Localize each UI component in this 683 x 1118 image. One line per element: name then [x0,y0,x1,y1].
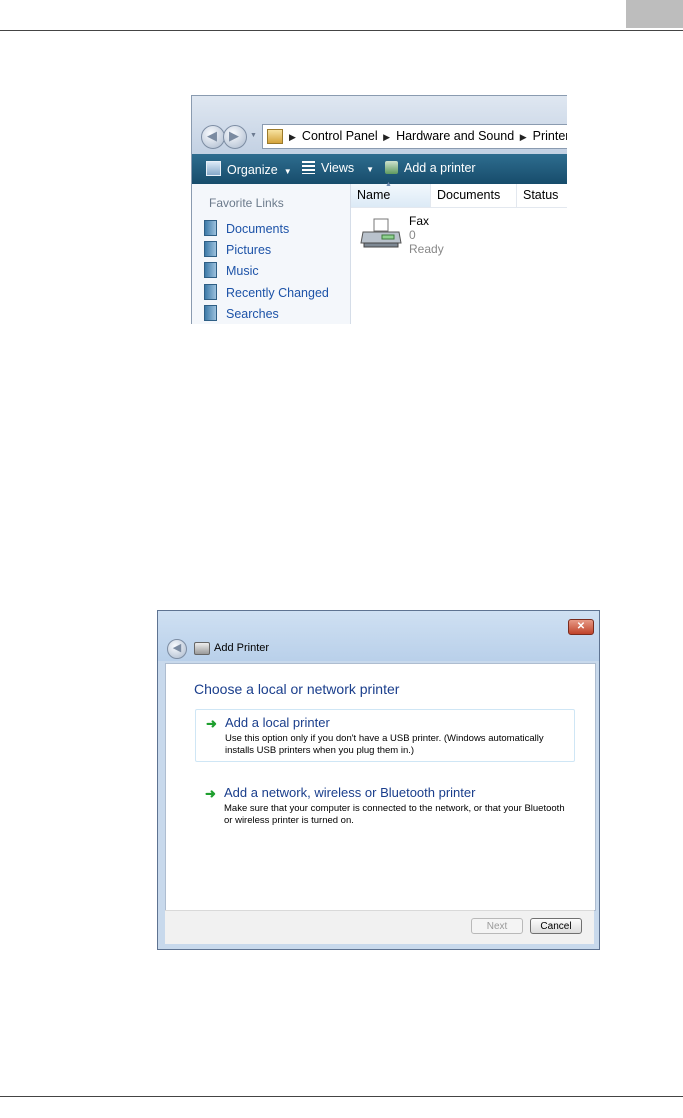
explorer-navigation-bar: ◀ ▶ ▼ ▶ Control Panel ▶ Hardware and Sound… [192,96,567,154]
add-printer-icon [385,161,398,174]
printer-status: Ready [409,242,444,256]
organize-button[interactable]: Organize ▼ [206,161,292,177]
add-printer-label: Add a printer [404,161,476,175]
dialog-title-bar: ✕ ◀ Add Printer [158,611,599,661]
sidebar-item-music[interactable]: Music [204,262,259,278]
fax-icon[interactable] [360,218,402,250]
sidebar-item-label: Pictures [226,243,272,257]
column-header-status[interactable]: Status [517,184,567,207]
views-button[interactable]: Views ▼ [302,161,374,175]
breadcrumb-separator-icon: ▶ [383,132,391,142]
favorite-links-title: Favorite Links [209,196,284,210]
sidebar-item-searches[interactable]: Searches [204,305,279,321]
add-printer-button[interactable]: Add a printer [385,161,476,175]
searches-icon [204,305,217,321]
breadcrumb: ▶ Control Panel ▶ Hardware and Sound ▶ Prin… [287,129,567,143]
breadcrumb-control-panel[interactable]: Control Panel [302,129,378,143]
add-network-printer-option[interactable]: ➜ Add a network, wireless or Bluetooth p… [195,780,575,833]
control-panel-icon [267,129,283,144]
green-arrow-icon: ➜ [205,786,216,801]
next-button[interactable]: Next [471,918,523,934]
green-arrow-icon: ➜ [206,716,217,731]
column-header-label: Name [357,188,391,202]
dialog-title: Add Printer [214,642,270,654]
printers-explorer-window: ◀ ▶ ▼ ▶ Control Panel ▶ Hardware and Sound… [191,95,567,324]
printer-name: Fax [409,214,430,228]
sidebar-item-documents[interactable]: Documents [204,220,289,236]
option-description: Make sure that your computer is connecte… [224,803,565,826]
music-icon [204,262,217,278]
cancel-button[interactable]: Cancel [530,918,582,934]
printer-icon [194,642,210,655]
sidebar-item-label: Recently Changed [226,286,329,300]
favorite-links-pane: Favorite Links Documents Pictures Music … [192,184,351,324]
breadcrumb-hardware-and-sound[interactable]: Hardware and Sound [396,129,514,143]
page-corner-tab [626,0,683,28]
option-title: Add a local printer [225,715,330,730]
dialog-button-bar: Next Cancel [165,910,594,944]
forward-arrow-icon: ▶ [229,128,239,143]
views-label: Views [321,161,355,175]
views-icon [302,161,315,174]
organize-icon [206,161,221,176]
page-title: Choose a local or network printer [194,681,400,697]
column-header-row: ▲ Name Documents Status [351,181,567,208]
organize-label: Organize [227,163,278,177]
back-arrow-icon: ◀ [207,128,217,143]
pictures-icon [204,241,217,257]
chevron-down-icon: ▼ [283,167,292,176]
documents-icon [204,220,217,236]
recently-changed-icon [204,284,217,300]
sidebar-item-pictures[interactable]: Pictures [204,241,271,257]
forward-button[interactable]: ▶ [223,125,247,149]
breadcrumb-separator-icon: ▶ [289,132,296,142]
header-rule [0,30,683,31]
dialog-content: Choose a local or network printer ➜ Add … [165,663,596,911]
column-header-name[interactable]: ▲ Name [351,181,431,207]
sort-ascending-icon: ▲ [385,181,392,188]
printer-document-count: 0 [409,228,416,242]
option-title: Add a network, wireless or Bluetooth pri… [224,785,476,800]
address-bar[interactable]: ▶ Control Panel ▶ Hardware and Sound ▶ Prin… [262,124,567,149]
printer-list: ▲ Name Documents Status Fax 0 Ready [351,181,567,324]
explorer-toolbar: Organize ▼ Views ▼ Add a printer [192,154,567,184]
option-description: Use this option only if you don't have a… [225,733,544,756]
dialog-back-button[interactable]: ◀ [167,639,187,659]
list-item[interactable]: Fax 0 Ready [409,214,444,256]
add-local-printer-option[interactable]: ➜ Add a local printer Use this option on… [195,709,575,762]
chevron-down-icon: ▼ [366,165,375,174]
recent-pages-dropdown-icon[interactable]: ▼ [250,132,257,139]
sidebar-item-label: Documents [226,222,290,236]
add-printer-dialog: ✕ ◀ Add Printer Choose a local or networ… [157,610,600,950]
column-header-label: Status [523,188,559,202]
footer-rule [0,1096,683,1097]
sidebar-item-label: Searches [226,307,279,321]
column-header-label: Documents [437,188,501,202]
breadcrumb-separator-icon: ▶ [519,132,527,142]
close-button[interactable]: ✕ [568,619,594,635]
sidebar-item-label: Music [226,264,259,278]
column-header-documents[interactable]: Documents [431,184,517,207]
sidebar-item-recently-changed[interactable]: Recently Changed [204,284,329,300]
breadcrumb-printers[interactable]: Printers [533,129,567,143]
back-button[interactable]: ◀ [201,125,225,149]
